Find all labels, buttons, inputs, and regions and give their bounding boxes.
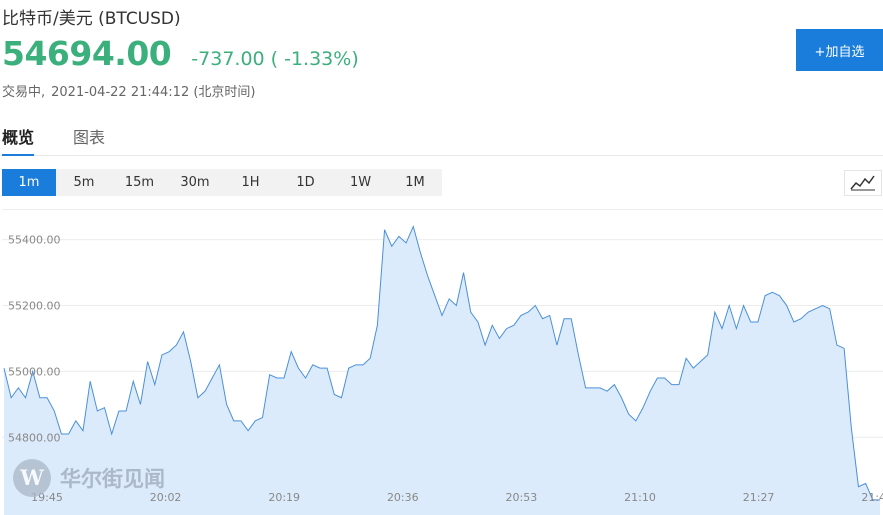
line-chart-icon (850, 175, 875, 191)
instrument-title: 比特币/美元 (BTCUSD) (2, 9, 181, 29)
add-watchlist-button[interactable]: +加自选 (796, 29, 883, 71)
watermark: W 华尔街见闻 (12, 458, 165, 498)
period-30m[interactable]: 30m (167, 169, 223, 196)
period-1m[interactable]: 1m (2, 169, 56, 196)
wallstreetcn-logo-icon: W (13, 459, 51, 497)
status-timestamp: 2021-04-22 21:44:12 (北京时间) (51, 85, 256, 100)
period-1mo[interactable]: 1M (388, 169, 442, 196)
tab-bar: 概览 图表 (0, 120, 883, 156)
x-tick-label: 20:19 (268, 491, 300, 504)
y-tick-label: 55400.00 (8, 234, 61, 247)
tab-chart[interactable]: 图表 (73, 124, 105, 156)
status-label: 交易中, (2, 85, 46, 100)
x-tick-label: 20:53 (506, 491, 538, 504)
y-tick-label: 55000.00 (8, 365, 61, 378)
price-row: 54694.00 -737.00 ( -1.33%) (2, 34, 359, 73)
last-price: 54694.00 (2, 34, 172, 73)
watermark-text: 华尔街见闻 (60, 466, 165, 491)
tab-overview[interactable]: 概览 (2, 124, 34, 156)
period-1h[interactable]: 1H (223, 169, 278, 196)
period-5m[interactable]: 5m (56, 169, 112, 196)
svg-text:W: W (19, 465, 44, 490)
price-change: -737.00 ( -1.33%) (191, 48, 359, 70)
period-15m[interactable]: 15m (112, 169, 167, 196)
x-tick-label: 20:36 (387, 491, 419, 504)
x-tick-label: 21:27 (743, 491, 775, 504)
y-tick-label: 55200.00 (8, 300, 61, 313)
trading-status: 交易中, 2021-04-22 21:44:12 (北京时间) (2, 81, 256, 100)
x-tick-label: 21:10 (624, 491, 656, 504)
period-1d[interactable]: 1D (278, 169, 333, 196)
x-tick-label: 21:44 (861, 491, 883, 504)
period-1w[interactable]: 1W (333, 169, 388, 196)
chart-type-button[interactable] (844, 170, 882, 196)
y-tick-label: 54800.00 (8, 431, 61, 444)
period-selector: 1m 5m 15m 30m 1H 1D 1W 1M (2, 169, 442, 196)
